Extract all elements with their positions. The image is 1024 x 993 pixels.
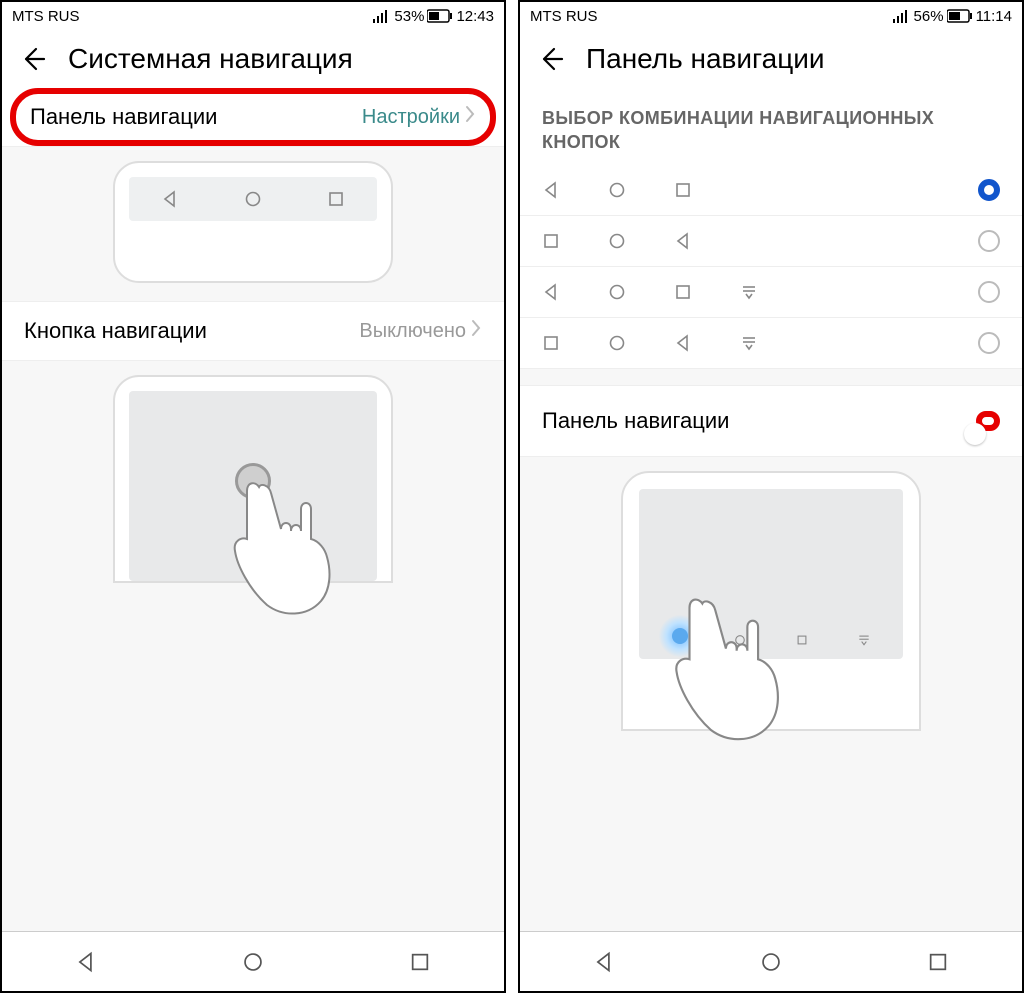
signal-icon — [373, 9, 391, 23]
triangle-left-icon[interactable] — [74, 950, 98, 974]
battery-icon — [427, 9, 453, 23]
clock: 12:43 — [456, 8, 494, 25]
hand-icon — [667, 595, 787, 745]
touch-indicator — [235, 463, 271, 499]
radio-button[interactable] — [978, 281, 1000, 303]
nav-combo-option[interactable] — [520, 267, 1022, 317]
value-text: Настройки — [362, 106, 460, 129]
signal-icon — [893, 9, 911, 23]
square-icon — [542, 232, 560, 250]
back-button[interactable] — [20, 46, 46, 72]
status-right: 53% 12:43 — [373, 8, 494, 25]
page-title: Панель навигации — [586, 43, 825, 75]
square-icon — [542, 334, 560, 352]
row-nav-panel[interactable]: Панель навигации Настройки — [10, 88, 496, 146]
system-navbar[interactable] — [520, 931, 1022, 991]
circle-icon — [608, 181, 626, 199]
square-icon — [793, 631, 811, 649]
circle-icon[interactable] — [759, 950, 783, 974]
pulldown-icon — [855, 631, 873, 649]
radio-button[interactable] — [978, 179, 1000, 201]
triangle-left-icon — [161, 190, 179, 208]
row-nav-button[interactable]: Кнопка навигации Выключено — [2, 301, 504, 360]
battery-icon — [947, 9, 973, 23]
circle-icon — [608, 283, 626, 301]
triangle-left-icon — [674, 334, 692, 352]
pulldown-icon — [740, 334, 758, 352]
highlight-annotation — [976, 411, 1000, 431]
circle-icon — [608, 334, 626, 352]
carrier-label: MTS RUS — [12, 8, 80, 25]
section-divider — [520, 368, 1022, 386]
chevron-right-icon — [470, 319, 482, 343]
preview-hide-nav — [520, 456, 1022, 931]
content: Панель навигации Настройки — [2, 88, 504, 931]
gesture-surface — [129, 391, 377, 581]
phone-right: MTS RUS 56% 11:14 Панель навигации ВЫБОР… — [518, 0, 1024, 993]
preview-nav-button — [2, 360, 504, 931]
page-title: Системная навигация — [68, 43, 353, 75]
key-combo — [542, 232, 978, 250]
row-nav-panel-toggle[interactable]: Панель навигации — [520, 386, 1022, 456]
nav-combo-option[interactable] — [520, 318, 1022, 368]
triangle-left-icon[interactable] — [592, 950, 616, 974]
section-header: ВЫБОР КОМБИНАЦИИ НАВИГАЦИОННЫХ КНОПОК — [520, 88, 1022, 165]
back-button[interactable] — [538, 46, 564, 72]
nav-key-options — [520, 165, 1022, 368]
radio-button[interactable] — [978, 230, 1000, 252]
battery-percent: 56% — [914, 8, 944, 25]
value-text: Выключено — [359, 320, 466, 343]
circle-icon — [608, 232, 626, 250]
square-icon — [674, 283, 692, 301]
triangle-left-icon — [542, 283, 560, 301]
chevron-right-icon — [464, 105, 476, 129]
square-icon[interactable] — [408, 950, 432, 974]
radio-button[interactable] — [978, 332, 1000, 354]
device-mock — [113, 161, 393, 283]
triangle-left-icon — [542, 181, 560, 199]
preview-nav-panel — [2, 146, 504, 301]
status-bar: MTS RUS 53% 12:43 — [2, 2, 504, 30]
hand-icon — [227, 479, 337, 619]
nav-combo-option[interactable] — [520, 216, 1022, 266]
system-navbar[interactable] — [2, 931, 504, 991]
gesture-surface — [639, 489, 903, 659]
carrier-label: MTS RUS — [530, 8, 598, 25]
square-icon[interactable] — [926, 950, 950, 974]
status-right: 56% 11:14 — [893, 8, 1012, 25]
navbar-preview — [129, 177, 377, 221]
triangle-left-icon — [674, 232, 692, 250]
pulldown-icon — [740, 283, 758, 301]
row-value: Выключено — [359, 319, 482, 343]
device-mock — [113, 375, 393, 583]
phone-left: MTS RUS 53% 12:43 Системная навигация Па… — [0, 0, 506, 993]
row-value: Настройки — [362, 105, 476, 129]
clock: 11:14 — [976, 8, 1012, 25]
row-label: Кнопка навигации — [24, 318, 207, 344]
nav-combo-option[interactable] — [520, 165, 1022, 215]
circle-icon[interactable] — [241, 950, 265, 974]
key-combo — [542, 283, 978, 301]
circle-icon — [244, 190, 262, 208]
key-combo — [542, 181, 978, 199]
status-bar: MTS RUS 56% 11:14 — [520, 2, 1022, 30]
square-icon — [674, 181, 692, 199]
title-bar: Панель навигации — [520, 30, 1022, 88]
device-mock — [621, 471, 921, 731]
title-bar: Системная навигация — [2, 30, 504, 88]
square-icon — [327, 190, 345, 208]
battery-percent: 53% — [394, 8, 424, 25]
row-label: Панель навигации — [30, 104, 217, 130]
row-label: Панель навигации — [542, 408, 729, 434]
key-combo — [542, 334, 978, 352]
